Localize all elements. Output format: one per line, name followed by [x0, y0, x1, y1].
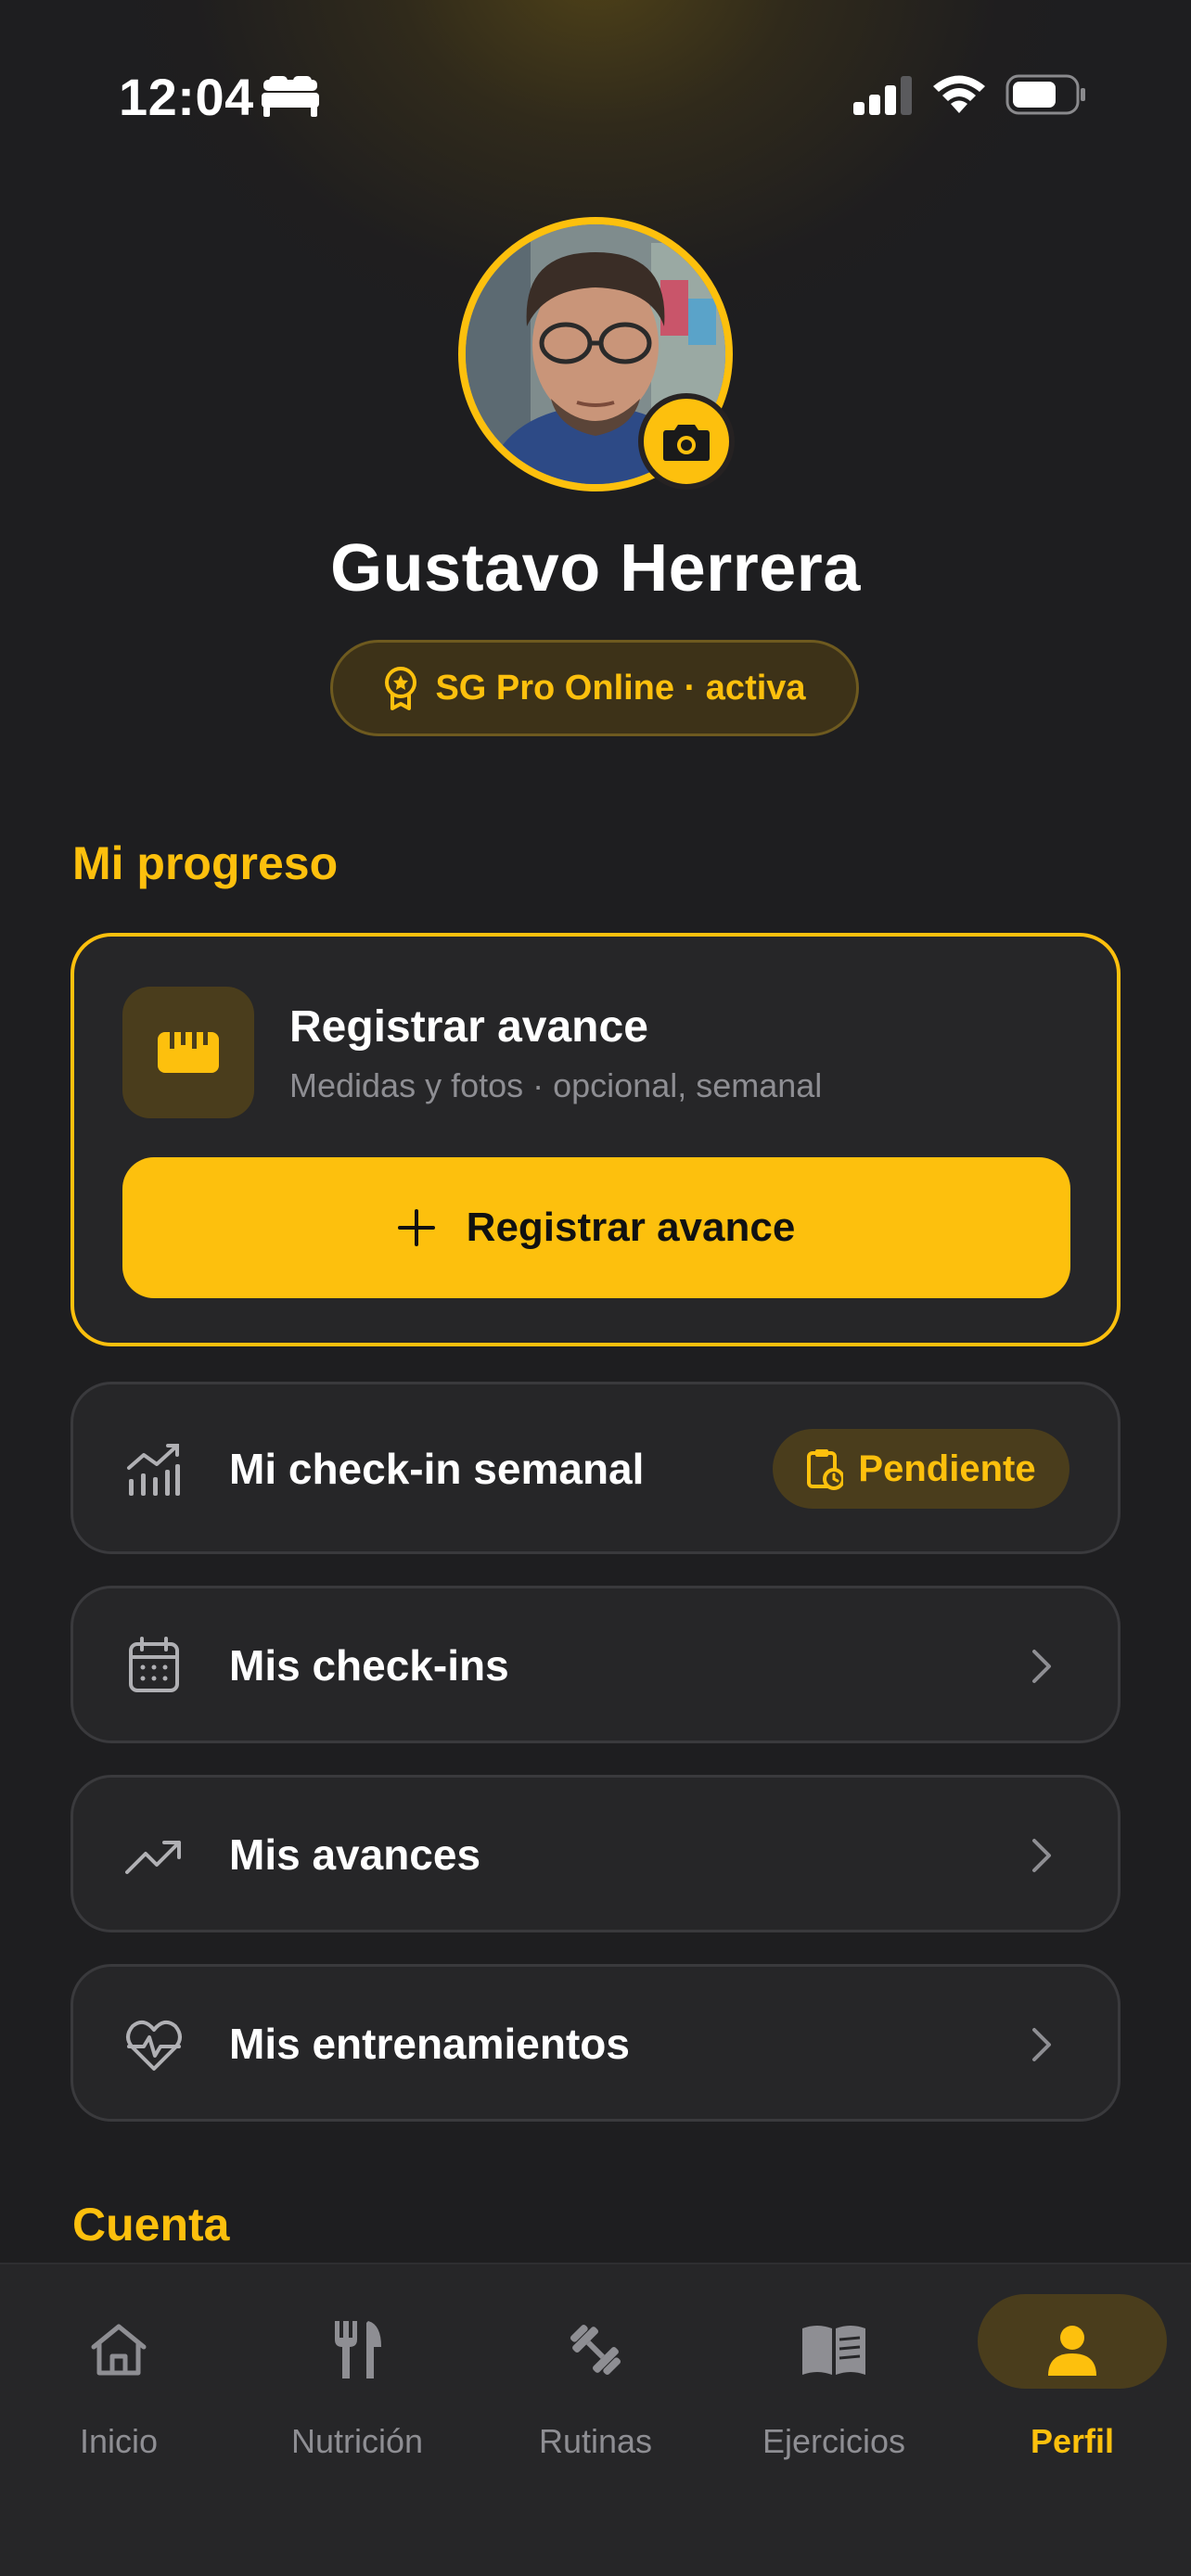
- row-label-my-trainings: Mis entrenamientos: [229, 2020, 630, 2068]
- tab-label: Inicio: [79, 2422, 159, 2460]
- register-progress-button-label: Registrar avance: [466, 1205, 796, 1250]
- row-label-my-progress: Mis avances: [229, 1830, 481, 1879]
- camera-icon: [663, 425, 710, 461]
- clipboard-clock-icon: [807, 1449, 844, 1490]
- register-progress-card: Registrar avance Medidas y fotos · opcio…: [70, 933, 1121, 1346]
- user-icon: [1048, 2326, 1096, 2376]
- ruler-icon: [158, 1032, 219, 1073]
- profile-name: Gustavo Herrera: [330, 531, 861, 606]
- trending-up-icon: [125, 1841, 181, 1874]
- signal-icon: [853, 76, 912, 115]
- row-weekly-checkin[interactable]: Mi check-in semanal Pendiente: [70, 1382, 1121, 1554]
- row-label-weekly-checkin: Mi check-in semanal: [229, 1445, 645, 1493]
- row-label-my-checkins: Mis check-ins: [229, 1641, 509, 1690]
- tab-label: Ejercicios: [762, 2422, 906, 2460]
- profile-avatar-container: [458, 217, 735, 491]
- register-progress-title: Registrar avance: [289, 1002, 648, 1052]
- book-icon: [802, 2326, 865, 2375]
- calendar-icon: [129, 1637, 179, 1692]
- chevron-right-icon: [1032, 1650, 1051, 1683]
- status-badge-pending: Pendiente: [773, 1429, 1069, 1509]
- tab-ejercicios[interactable]: Ejercicios: [715, 2264, 953, 2468]
- tab-nutricion[interactable]: Nutrición: [238, 2264, 476, 2468]
- award-icon: [385, 667, 417, 710]
- battery-icon: [1005, 74, 1085, 115]
- membership-badge: SG Pro Online · activa: [330, 640, 859, 736]
- status-time: 12:04: [119, 68, 254, 126]
- row-my-checkins[interactable]: Mis check-ins: [70, 1586, 1121, 1743]
- ruler-icon-box: [122, 987, 254, 1118]
- wifi-icon: [933, 75, 985, 113]
- home-icon: [91, 2324, 147, 2376]
- register-progress-subtitle: Medidas y fotos · opcional, semanal: [289, 1066, 823, 1104]
- chevron-right-icon: [1032, 1839, 1051, 1872]
- tab-label: Nutrición: [290, 2422, 424, 2460]
- tab-rutinas[interactable]: Rutinas: [477, 2264, 714, 2468]
- chart-bars-icon: [127, 1444, 180, 1496]
- utensils-icon: [335, 2321, 381, 2378]
- section-title-progress: Mi progreso: [72, 837, 339, 889]
- chevron-right-icon: [1032, 2028, 1051, 2061]
- tab-inicio[interactable]: Inicio: [0, 2264, 237, 2468]
- status-bar: 12:04: [0, 0, 1191, 176]
- profile-screen: 12:04 Gustavo Herrera SG Pro Online · ac…: [0, 0, 1191, 2576]
- section-title-account: Cuenta: [72, 2199, 230, 2251]
- tab-label: Perfil: [1030, 2422, 1115, 2460]
- row-my-progress[interactable]: Mis avances: [70, 1775, 1121, 1932]
- bottom-tab-bar: Inicio Nutrición Rutinas Ejercicios Perf…: [0, 2263, 1191, 2576]
- row-my-trainings[interactable]: Mis entrenamientos: [70, 1964, 1121, 2122]
- change-photo-button[interactable]: [638, 393, 735, 490]
- plus-icon: [397, 1209, 435, 1246]
- tab-perfil[interactable]: Perfil: [954, 2264, 1191, 2468]
- bed-icon: [262, 76, 319, 117]
- register-progress-button[interactable]: Registrar avance: [122, 1157, 1070, 1298]
- status-badge-label: Pendiente: [858, 1447, 1036, 1489]
- heart-pulse-icon: [126, 2020, 182, 2071]
- tab-label: Rutinas: [538, 2422, 653, 2460]
- dumbbell-icon: [570, 2324, 621, 2376]
- membership-label: SG Pro Online · activa: [435, 668, 806, 708]
